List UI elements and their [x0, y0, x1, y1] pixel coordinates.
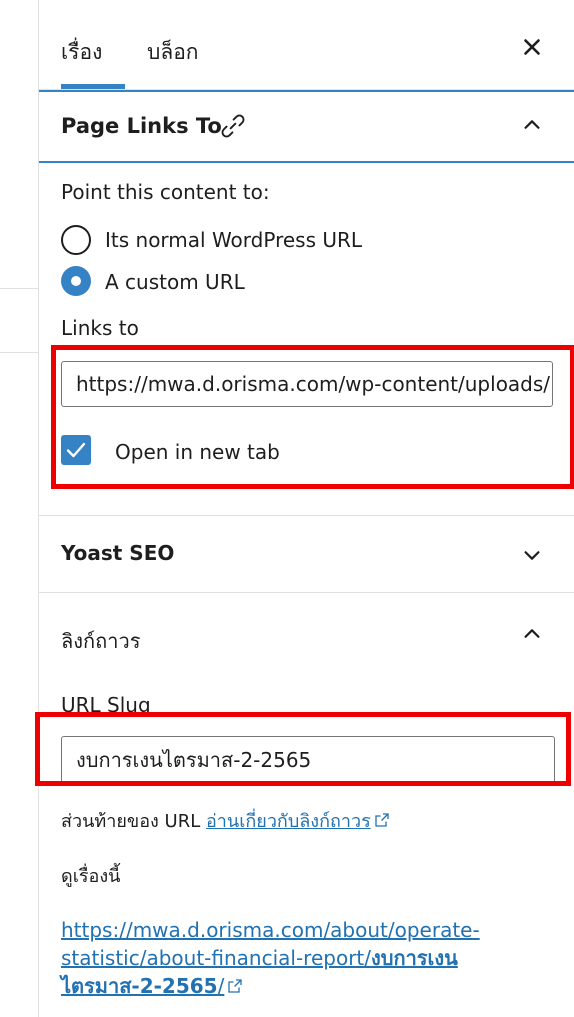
permalink-url-slug[interactable]: งบการเงน: [371, 946, 458, 970]
custom-url-input[interactable]: https://mwa.d.orisma.com/wp-content/uplo…: [61, 361, 553, 407]
chevron-up-icon: [524, 629, 540, 638]
view-post-label: ดูเรื่องนี้: [61, 866, 121, 887]
radio-normal-url[interactable]: [61, 225, 91, 255]
permalink-panel-toggle[interactable]: ลิงก์ถาวร: [39, 593, 574, 673]
links-to-label: Links to: [61, 316, 139, 340]
page-links-to-panel-toggle[interactable]: Page Links To: [39, 90, 574, 163]
permalink-url-part[interactable]: https://mwa.d.orisma.com/about/operate-: [61, 918, 480, 942]
permalink-url-slug[interactable]: ไตรมาส-2-2565: [61, 974, 218, 998]
tab-block[interactable]: บล็อก: [147, 36, 199, 69]
chevron-up-icon: [524, 120, 540, 129]
active-tab-indicator: [61, 84, 125, 89]
external-link-icon: [375, 813, 389, 827]
panel-title: Page Links To: [61, 114, 222, 138]
slug-help-text: ส่วนท้ายของ URL อ่านเกี่ยวกับลิงก์ถาวร: [61, 806, 390, 835]
open-new-tab-label[interactable]: Open in new tab: [115, 440, 280, 464]
slug-help-prefix: ส่วนท้ายของ URL: [61, 811, 201, 832]
sidebar-tabs: เรื่อง บล็อก: [39, 0, 574, 90]
editor-canvas-edge: [0, 0, 38, 1017]
link-icon: [221, 114, 245, 138]
chevron-down-icon: [524, 551, 540, 560]
close-icon[interactable]: [519, 34, 545, 60]
radio-normal-url-label[interactable]: Its normal WordPress URL: [105, 228, 362, 252]
url-slug-label: URL Slug: [61, 693, 151, 717]
open-new-tab-checkbox[interactable]: [61, 435, 91, 465]
permalink-docs-link[interactable]: อ่านเกี่ยวกับลิงก์ถาวร: [206, 811, 371, 832]
permalink-url-part[interactable]: /: [218, 974, 225, 998]
canvas-divider: [0, 352, 38, 353]
url-slug-input[interactable]: งบการเงนไตรมาส-2-2565: [61, 736, 555, 784]
canvas-divider: [0, 288, 38, 289]
external-link-icon: [228, 979, 242, 993]
tab-document[interactable]: เรื่อง: [61, 36, 102, 69]
settings-sidebar: เรื่อง บล็อก Page Links To Point this co…: [35, 0, 574, 1017]
checkmark-icon: [66, 442, 86, 458]
post-permalink-link[interactable]: https://mwa.d.orisma.com/about/operate- …: [61, 916, 551, 1000]
yoast-seo-panel-toggle[interactable]: Yoast SEO: [39, 516, 574, 592]
point-to-label: Point this content to:: [61, 180, 270, 204]
radio-custom-url-label[interactable]: A custom URL: [105, 270, 245, 294]
panel-title: ลิงก์ถาวร: [61, 629, 141, 653]
permalink-url-part[interactable]: statistic/about-financial-report/: [61, 946, 371, 970]
panel-title: Yoast SEO: [61, 541, 175, 565]
radio-custom-url[interactable]: [61, 266, 91, 296]
